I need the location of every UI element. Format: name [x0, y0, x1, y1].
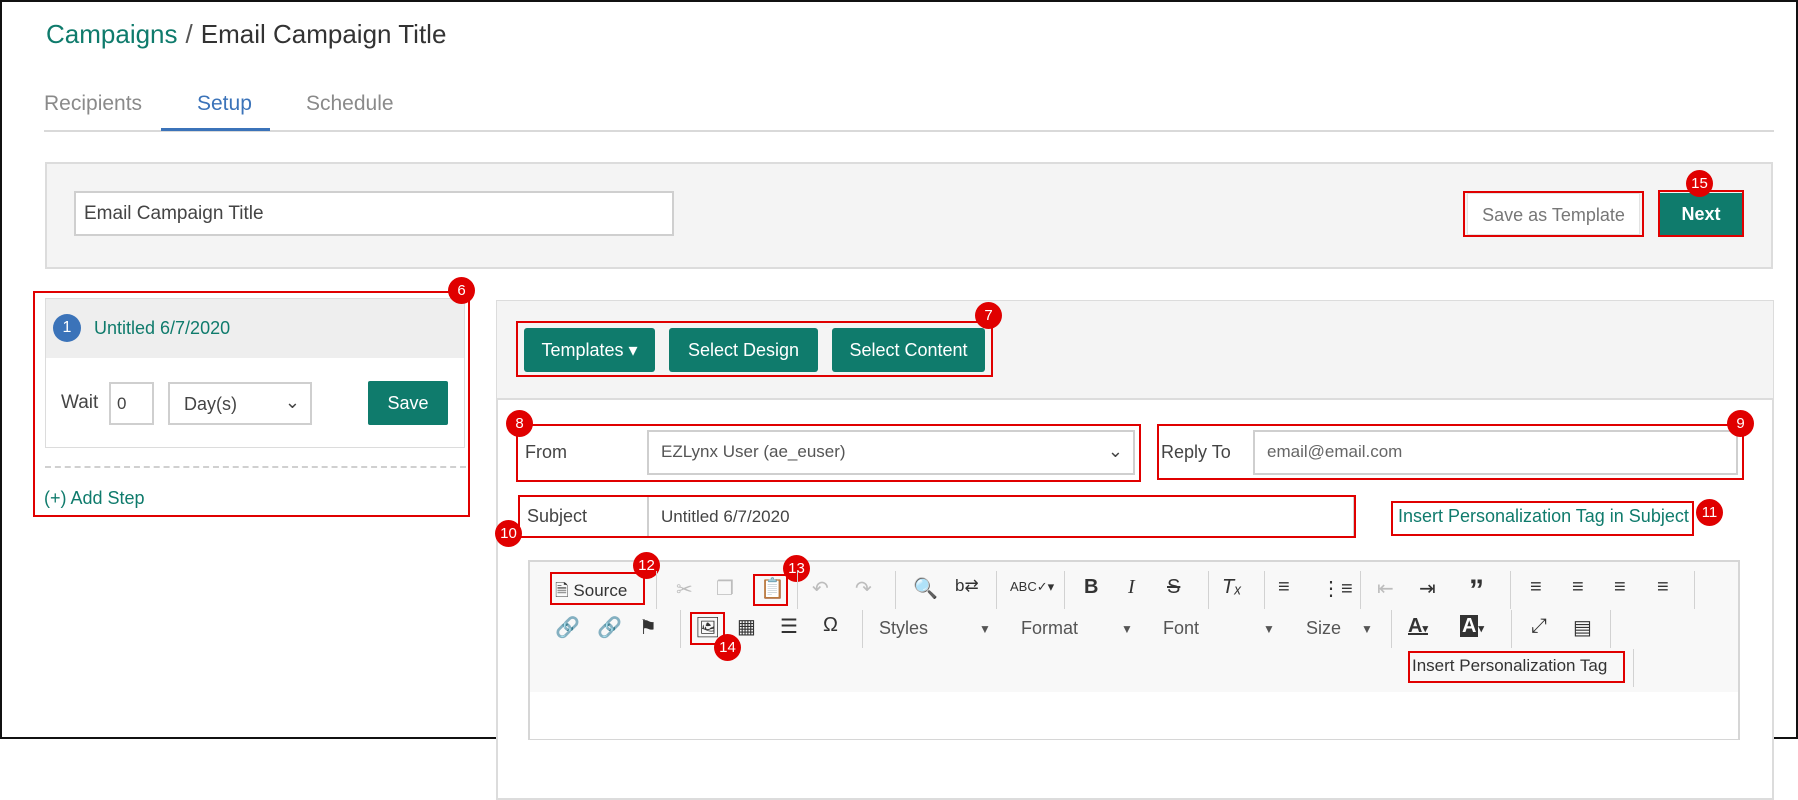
toolbar-separator — [996, 571, 997, 609]
text-color-icon[interactable]: A▾ — [1408, 615, 1428, 638]
callout-box-insert-subject — [1391, 501, 1694, 536]
bulleted-list-icon[interactable]: ⋮≡ — [1321, 576, 1353, 601]
toolbar-separator — [1633, 649, 1634, 687]
callout-box-save-template — [1463, 191, 1644, 237]
toolbar-separator — [1264, 571, 1265, 609]
toolbar-separator — [1064, 571, 1065, 609]
callout-box-insert-tag — [1408, 651, 1625, 683]
toolbar-separator — [895, 571, 896, 609]
callout-box-steps — [33, 291, 470, 517]
table-icon[interactable]: ▦ — [737, 614, 756, 639]
styles-label: Styles — [879, 618, 929, 638]
special-character-icon[interactable]: Ω — [823, 614, 838, 637]
callout-box-paste — [753, 574, 788, 606]
align-center-icon[interactable]: ≡ — [1572, 576, 1584, 599]
toolbar-separator — [1208, 571, 1209, 609]
cut-icon[interactable]: ✂ — [676, 577, 693, 602]
toolbar-separator — [1360, 571, 1361, 609]
background-color-icon[interactable]: A ▾ — [1460, 615, 1484, 638]
callout-box-subject — [518, 495, 1356, 538]
tab-recipients[interactable]: Recipients — [44, 92, 142, 116]
active-tab-indicator — [161, 128, 270, 131]
tab-schedule[interactable]: Schedule — [306, 92, 394, 116]
copy-icon[interactable]: ❐ — [716, 576, 734, 601]
size-label: Size — [1306, 618, 1342, 638]
callout-badge-8: 8 — [506, 410, 533, 437]
outdent-icon[interactable]: ⇤ — [1377, 576, 1394, 601]
toolbar-separator — [797, 571, 798, 609]
font-dropdown[interactable]: Font ▼ — [1163, 618, 1275, 639]
redo-icon[interactable]: ↷ — [855, 576, 872, 601]
callout-badge-9: 9 — [1727, 410, 1754, 437]
maximize-icon[interactable]: ⤢ — [1531, 615, 1547, 638]
callout-badge-15: 15 — [1686, 170, 1713, 197]
caret-down-icon: ▼ — [1263, 622, 1275, 636]
callout-box-content-buttons — [516, 321, 993, 377]
find-icon[interactable]: 🔍 — [913, 576, 938, 601]
caret-down-icon: ▼ — [979, 622, 991, 636]
caret-down-icon: ▼ — [1121, 622, 1133, 636]
callout-badge-10: 10 — [495, 520, 522, 547]
tab-bar: Recipients Setup Schedule — [44, 80, 1774, 132]
toolbar-separator — [862, 610, 863, 648]
remove-format-icon[interactable]: Tₓ — [1222, 576, 1242, 599]
styles-dropdown[interactable]: Styles ▼ — [879, 618, 991, 639]
toolbar-separator — [1511, 610, 1512, 648]
breadcrumb-campaigns-link[interactable]: Campaigns — [46, 19, 178, 49]
caret-down-icon: ▼ — [1361, 622, 1373, 636]
anchor-flag-icon[interactable]: ⚑ — [639, 615, 657, 640]
toolbar-separator — [680, 610, 681, 648]
unlink-icon[interactable]: 🔗 — [597, 615, 622, 640]
page-title: Email Campaign Title — [200, 19, 447, 49]
format-dropdown[interactable]: Format ▼ — [1021, 618, 1133, 639]
breadcrumb-separator: / — [185, 19, 193, 49]
font-label: Font — [1163, 618, 1200, 638]
editor-content-area[interactable] — [530, 692, 1738, 739]
link-icon[interactable]: 🔗 — [555, 615, 580, 640]
numbered-list-icon[interactable]: ≡ — [1278, 576, 1290, 599]
spellcheck-icon[interactable]: ABC✓▾ — [1010, 579, 1054, 595]
callout-box-next — [1658, 190, 1744, 237]
callout-box-from — [516, 424, 1141, 482]
callout-badge-6: 6 — [448, 277, 475, 304]
size-dropdown[interactable]: Size ▼ — [1306, 618, 1373, 639]
blockquote-icon[interactable]: ” — [1469, 574, 1484, 608]
align-justify-icon[interactable]: ≡ — [1657, 576, 1669, 599]
callout-box-reply-to — [1157, 424, 1744, 480]
toolbar-separator — [656, 571, 657, 609]
breadcrumb: Campaigns / Email Campaign Title — [46, 19, 446, 50]
italic-icon[interactable]: I — [1128, 576, 1135, 599]
bold-icon[interactable]: B — [1084, 576, 1098, 599]
undo-icon[interactable]: ↶ — [812, 576, 829, 601]
callout-badge-7: 7 — [975, 302, 1002, 329]
replace-icon[interactable]: b⇄ — [955, 576, 979, 596]
horizontal-line-icon[interactable]: ☰ — [780, 614, 798, 639]
show-blocks-icon[interactable]: ▤ — [1573, 615, 1592, 640]
indent-icon[interactable]: ⇥ — [1419, 576, 1436, 601]
align-left-icon[interactable]: ≡ — [1530, 576, 1542, 599]
toolbar-separator — [1694, 571, 1695, 609]
toolbar-separator — [1510, 571, 1511, 609]
callout-badge-11: 11 — [1696, 499, 1723, 526]
tab-setup[interactable]: Setup — [197, 92, 252, 116]
toolbar-separator — [1610, 610, 1611, 648]
align-right-icon[interactable]: ≡ — [1614, 576, 1626, 599]
toolbar-separator — [1391, 610, 1392, 648]
strikethrough-icon[interactable]: S — [1167, 576, 1180, 599]
callout-box-source — [550, 572, 645, 605]
campaign-title-input[interactable]: Email Campaign Title — [74, 191, 674, 236]
format-label: Format — [1021, 618, 1079, 638]
